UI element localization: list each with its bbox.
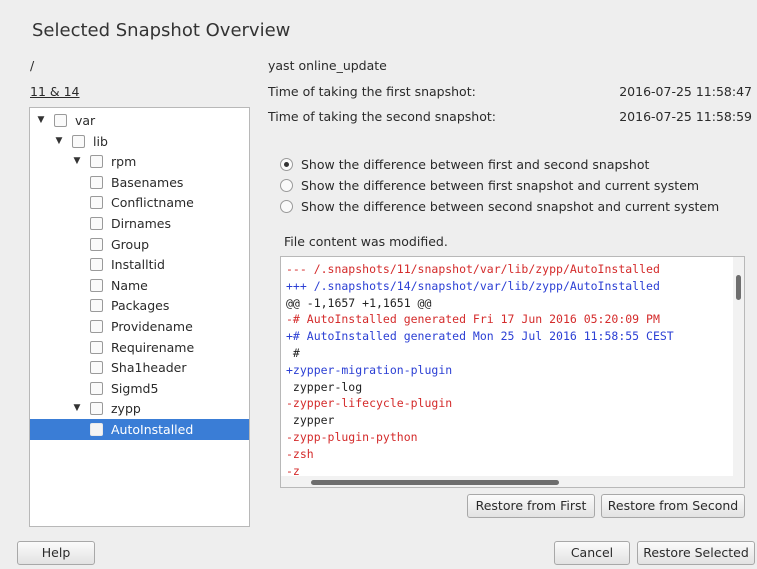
snapshot-path: / (30, 58, 35, 73)
diff-line: --- /.snapshots/11/snapshot/var/lib/zypp… (286, 262, 660, 276)
vertical-scrollbar[interactable] (733, 257, 744, 477)
tree-item[interactable]: Installtid (30, 254, 249, 275)
horizontal-scrollbar[interactable] (281, 476, 744, 487)
tree-checkbox[interactable] (90, 278, 103, 292)
tree-checkbox[interactable] (54, 114, 67, 127)
radio-first-second-label: Show the difference between first and se… (301, 157, 650, 172)
tree-item[interactable]: Sha1header (30, 357, 249, 378)
tree-checkbox[interactable] (90, 381, 103, 395)
tree-checkbox[interactable] (90, 361, 103, 375)
tree-item-label: Providename (111, 319, 193, 334)
tree-checkbox[interactable] (90, 423, 103, 436)
tree-item-label: Conflictname (111, 195, 194, 211)
tree-item[interactable]: ▼ zypp (30, 398, 249, 419)
restore-from-second-button[interactable]: Restore from Second (601, 494, 745, 518)
tree-item[interactable]: Packages (30, 295, 249, 316)
tree-item[interactable]: Name (30, 275, 249, 296)
tree-item[interactable]: Dirnames (30, 213, 249, 234)
first-snapshot-time-value: 2016-07-25 11:58:47 (619, 84, 752, 99)
command-label: yast online_update (268, 58, 387, 73)
diff-line: -# AutoInstalled generated Fri 17 Jun 20… (286, 312, 660, 327)
restore-from-first-button[interactable]: Restore from First (467, 494, 595, 518)
radio-indicator-icon[interactable] (280, 179, 293, 192)
tree-item-label: zypp (111, 401, 141, 417)
tree-item-label: Dirnames (111, 216, 171, 231)
diff-line: zypper (286, 413, 335, 428)
diff-line: # (286, 345, 300, 360)
tree-checkbox[interactable] (90, 237, 103, 251)
diff-line: -zypp-plugin-python (286, 429, 418, 444)
tree-item-label: Basenames (111, 174, 184, 190)
radio-indicator-icon[interactable] (280, 158, 293, 171)
radio-second-current[interactable]: Show the difference between second snaps… (280, 198, 719, 216)
file-tree[interactable]: ▼ var ▼ lib ▼ rpm Basenames Conflictname Dirname… (29, 107, 250, 527)
diff-line: +# AutoInstalled generated Mon 25 Jul 20… (286, 329, 674, 344)
cancel-button[interactable]: Cancel (554, 541, 630, 565)
second-snapshot-time-label: Time of taking the second snapshot: (268, 109, 496, 124)
vertical-scroll-thumb[interactable] (736, 275, 741, 300)
tree-checkbox[interactable] (90, 217, 103, 230)
help-button[interactable]: Help (17, 541, 95, 565)
tree-item[interactable]: Providename (30, 316, 249, 337)
tree-checkbox[interactable] (90, 340, 103, 354)
tree-item-label: Requirename (111, 339, 195, 355)
tree-item-label: Sigmd5 (111, 380, 159, 396)
tree-item-label: var (75, 113, 96, 128)
expand-arrow-icon[interactable]: ▼ (36, 110, 46, 131)
diff-line: zypper-log (286, 379, 363, 394)
dialog-title: Selected Snapshot Overview (32, 20, 291, 41)
tree-item[interactable]: AutoInstalled (30, 419, 249, 440)
tree-item[interactable]: Basenames (30, 172, 249, 193)
diff-line: -zsh (286, 446, 314, 461)
diff-line: +++ /.snapshots/14/snapshot/var/lib/zypp… (286, 278, 660, 293)
tree-item-label: rpm (111, 154, 137, 170)
second-snapshot-time-value: 2016-07-25 11:58:59 (619, 109, 752, 124)
tree-item-label: Group (111, 236, 150, 252)
tree-checkbox[interactable] (90, 258, 103, 272)
tree-item-label: AutoInstalled (111, 422, 194, 437)
diff-line: -zypper-lifecycle-plugin (286, 396, 453, 411)
tree-checkbox[interactable] (90, 196, 103, 210)
tree-item-label: Name (111, 277, 148, 293)
tree-checkbox[interactable] (90, 320, 103, 333)
tree-checkbox[interactable] (90, 155, 103, 169)
tree-checkbox[interactable] (90, 299, 103, 313)
radio-first-current-label: Show the difference between first snapsh… (301, 178, 700, 193)
diff-line: @@ -1,1657 +1,1651 @@ (286, 295, 432, 310)
tree-item[interactable]: ▼ lib (30, 131, 249, 152)
first-snapshot-time-label: Time of taking the first snapshot: (268, 84, 476, 99)
tree-item-label: Installtid (111, 257, 165, 273)
restore-selected-button[interactable]: Restore Selected (637, 541, 755, 565)
tree-item[interactable]: Conflictname (30, 192, 249, 213)
expand-arrow-icon[interactable]: ▼ (72, 151, 82, 172)
tree-item[interactable]: ▼ rpm (30, 151, 249, 172)
diff-line: +zypper-migration-plugin (286, 362, 453, 377)
radio-second-current-label: Show the difference between second snaps… (301, 199, 720, 214)
tree-checkbox[interactable] (90, 402, 103, 416)
tree-item[interactable]: Sigmd5 (30, 378, 249, 399)
horizontal-scroll-thumb[interactable] (311, 480, 559, 485)
tree-item[interactable]: ▼ var (30, 110, 249, 131)
tree-item[interactable]: Group (30, 234, 249, 255)
tree-item-label: lib (93, 133, 108, 149)
expand-arrow-icon[interactable]: ▼ (54, 131, 64, 152)
radio-first-current[interactable]: Show the difference between first snapsh… (280, 177, 699, 195)
tree-item[interactable]: Requirename (30, 337, 249, 358)
radio-first-second[interactable]: Show the difference between first and se… (280, 156, 649, 174)
radio-indicator-icon[interactable] (280, 200, 293, 213)
tree-item-label: Packages (111, 298, 170, 314)
snapshot-numbers: 11 & 14 (30, 84, 80, 99)
expand-arrow-icon[interactable]: ▼ (72, 398, 82, 419)
tree-item-label: Sha1header (111, 360, 187, 376)
tree-checkbox[interactable] (72, 134, 85, 148)
diff-view[interactable]: --- /.snapshots/11/snapshot/var/lib/zypp… (280, 256, 745, 488)
tree-checkbox[interactable] (90, 175, 103, 189)
status-label: File content was modified. (284, 234, 448, 249)
